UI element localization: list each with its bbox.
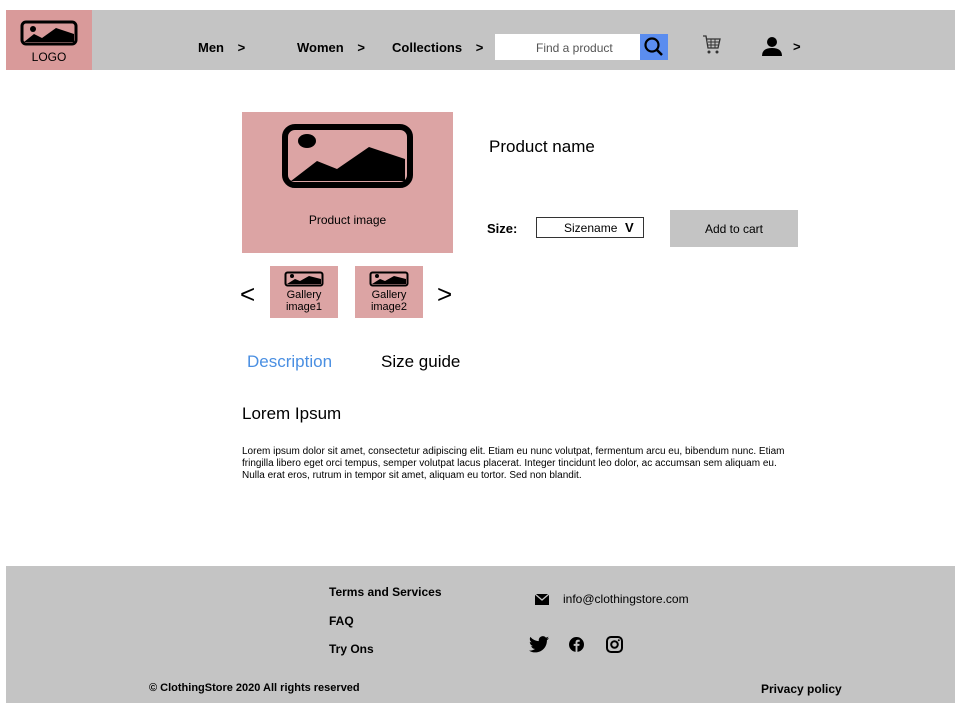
footer-email[interactable]: info@clothingstore.com [563,592,689,606]
logo[interactable]: LOGO [6,10,92,70]
product-name: Product name [489,137,595,156]
search-button[interactable] [640,34,668,60]
image-placeholder-icon [282,124,413,188]
size-label: Size: [487,221,518,236]
nav-men-label: Men [198,40,224,55]
nav-collections[interactable]: Collections > [392,40,483,55]
search-icon [644,37,663,56]
gallery-thumbnail[interactable]: Gallery image1 [270,266,338,318]
chevron-right-icon: > [357,40,365,55]
gallery-label-line: Gallery [371,289,407,301]
gallery-label-line: Gallery [286,289,322,301]
nav-women-label: Women [297,40,344,55]
account-menu[interactable]: > [761,36,801,56]
instagram-icon[interactable] [606,636,623,658]
nav-collections-label: Collections [392,40,463,55]
chevron-down-icon: V [625,220,634,235]
gallery-prev-button[interactable]: < [240,280,255,308]
add-to-cart-button[interactable]: Add to cart [670,210,798,247]
copyright-text: © ClothingStore 2020 All rights reserved [149,682,360,694]
footer-link-faq[interactable]: FAQ [329,614,354,628]
search-placeholder: Find a product [536,41,613,55]
image-placeholder-icon [284,271,324,287]
facebook-icon[interactable] [569,637,584,657]
logo-label: LOGO [31,50,67,64]
chevron-right-icon: > [237,40,246,55]
gallery-label-line: image1 [285,301,323,313]
image-placeholder-icon [20,20,78,46]
gallery-thumbnail-label: Gallery image1 [270,289,338,313]
tab-description[interactable]: Description [247,352,332,372]
content-heading: Lorem Ipsum [242,404,342,423]
tab-size-guide[interactable]: Size guide [381,352,460,372]
gallery-label-line: image2 [370,301,408,313]
chevron-right-icon: > [793,38,801,54]
product-image: Product image [242,112,453,253]
gallery-thumbnail[interactable]: Gallery image2 [355,266,423,318]
footer-link-try-ons[interactable]: Try Ons [329,642,374,656]
size-select[interactable]: Sizename V [536,217,644,238]
nav-men[interactable]: Men > [198,40,245,55]
cart-icon [703,35,721,54]
nav-women[interactable]: Women > [297,40,365,55]
content-body: Lorem ipsum dolor sit amet, consectetur … [242,446,785,481]
twitter-icon[interactable] [529,636,549,658]
mail-icon [534,592,550,610]
cart-button[interactable] [702,34,722,61]
user-icon [762,37,782,56]
chevron-right-icon: > [475,40,484,55]
footer-link-terms[interactable]: Terms and Services [329,585,442,599]
privacy-policy-link[interactable]: Privacy policy [761,682,842,696]
gallery-next-button[interactable]: > [437,280,452,308]
gallery-thumbnail-label: Gallery image2 [355,289,423,313]
product-image-label: Product image [308,213,387,227]
image-placeholder-icon [369,271,409,287]
size-select-value: Sizename [564,221,618,235]
